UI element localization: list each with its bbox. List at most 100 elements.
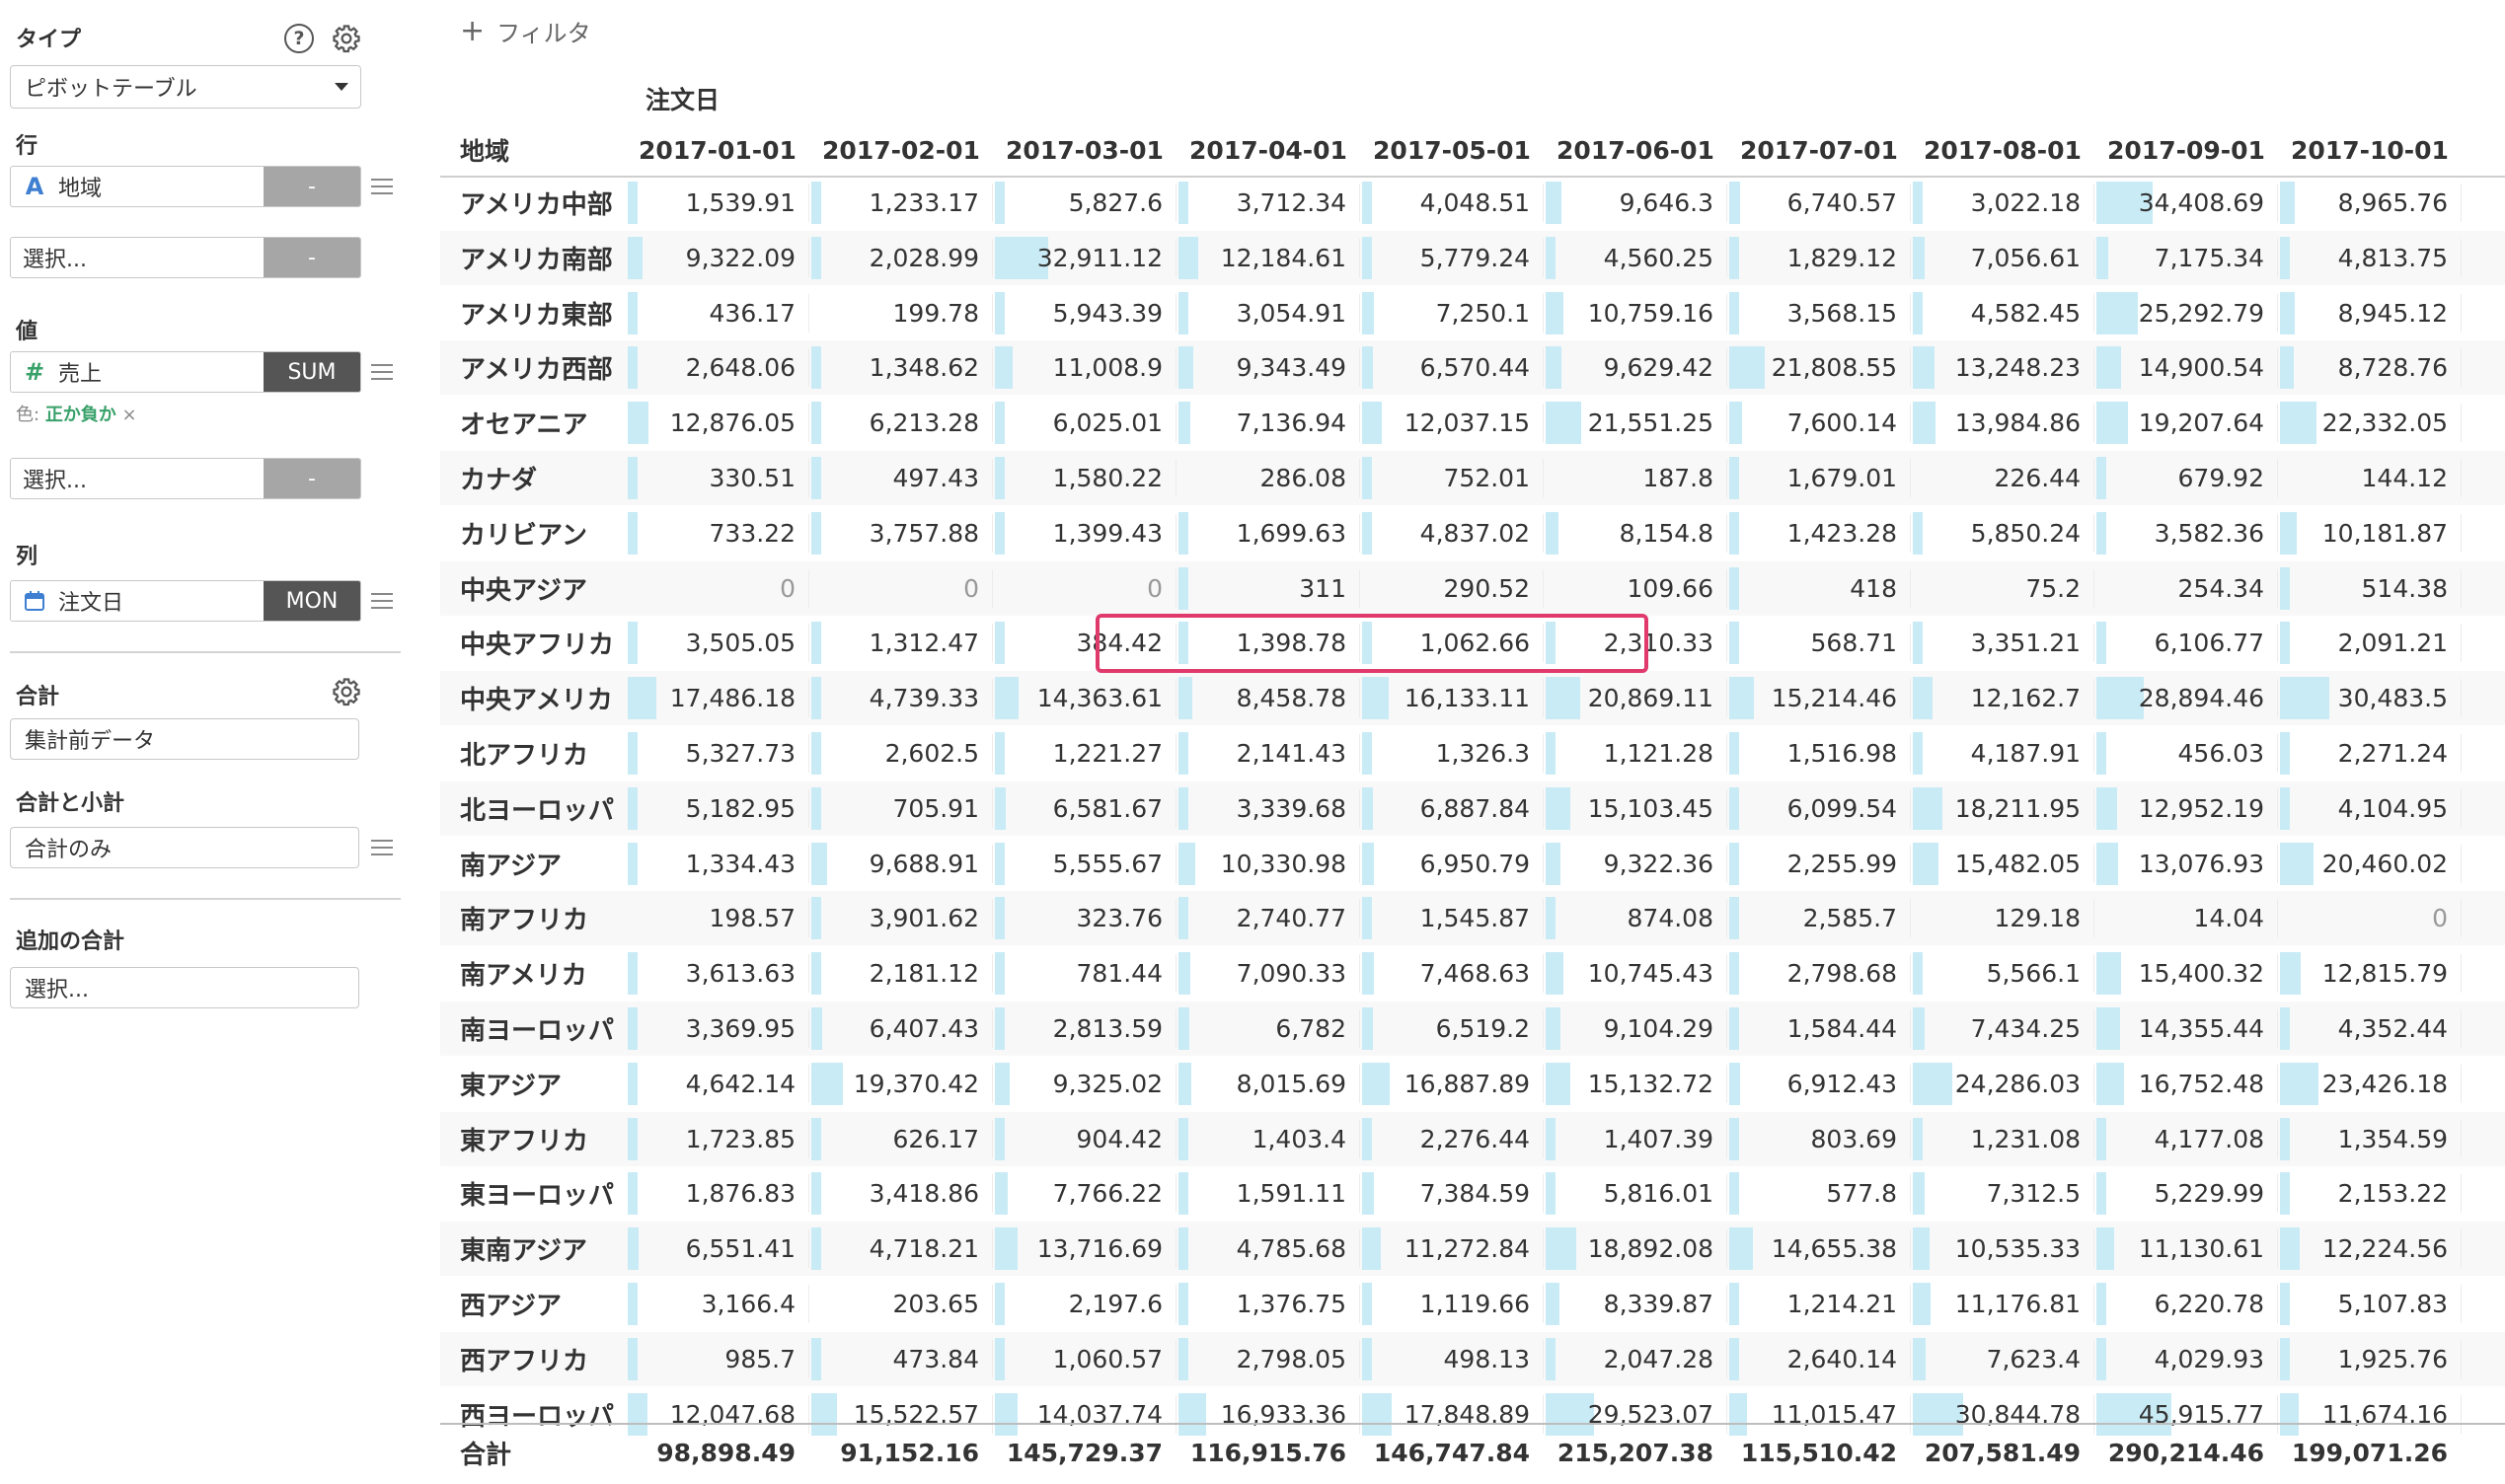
table-cell[interactable]: 2,813.59 [993, 1002, 1177, 1056]
table-cell[interactable]: 1,679.01 [1727, 451, 1911, 505]
table-cell[interactable]: 10,759.16 [1544, 286, 1727, 340]
table-cell[interactable]: 4,739.33 [809, 671, 993, 725]
table-cell[interactable]: 203.65 [809, 1277, 993, 1331]
table-cell[interactable]: 3,757.88 [809, 506, 993, 560]
table-cell[interactable]: 626.17 [809, 1112, 993, 1166]
table-cell[interactable]: 22,332.05 [2278, 396, 2462, 450]
table-cell[interactable]: 1,376.75 [1177, 1277, 1360, 1331]
table-cell[interactable]: 1,354.59 [2278, 1112, 2462, 1166]
table-cell[interactable]: 1,214.21 [1727, 1277, 1911, 1331]
table-cell[interactable]: 4,718.21 [809, 1222, 993, 1276]
table-cell[interactable]: 3,022.18 [1911, 176, 2094, 230]
table-cell[interactable]: 2,798.68 [1727, 946, 1911, 1001]
table-cell[interactable]: 1,231.08 [1911, 1112, 2094, 1166]
table-cell[interactable]: 14.04 [2094, 891, 2278, 945]
table-cell[interactable]: 3,339.68 [1177, 781, 1360, 836]
table-cell[interactable]: 330.51 [626, 451, 809, 505]
table-cell[interactable]: 17,486.18 [626, 671, 809, 725]
table-cell[interactable]: 6,407.43 [809, 1002, 993, 1056]
table-cell[interactable]: 1,925.76 [2278, 1332, 2462, 1386]
table-cell[interactable]: 199.78 [809, 286, 993, 340]
table-cell[interactable]: 1,233.17 [809, 176, 993, 230]
table-cell[interactable]: 2,271.24 [2278, 726, 2462, 780]
table-cell[interactable]: 6,782 [1177, 1002, 1360, 1056]
table-cell[interactable]: 3,166.4 [626, 1277, 809, 1331]
table-cell[interactable]: 1,119.66 [1360, 1277, 1544, 1331]
table-cell[interactable]: 187.8 [1544, 451, 1727, 505]
table-cell[interactable]: 6,570.44 [1360, 340, 1544, 395]
table-cell[interactable]: 6,106.77 [2094, 616, 2278, 670]
column-agg-button[interactable]: MON [264, 581, 360, 621]
table-cell[interactable]: 4,352.44 [2278, 1002, 2462, 1056]
table-cell[interactable]: 323.76 [993, 891, 1177, 945]
table-cell[interactable]: 4,560.25 [1544, 231, 1727, 285]
table-cell[interactable]: 12,815.79 [2278, 946, 2462, 1001]
table-cell[interactable]: 7,384.59 [1360, 1166, 1544, 1221]
table-cell[interactable]: 5,229.99 [2094, 1166, 2278, 1221]
table-cell[interactable]: 16,133.11 [1360, 671, 1544, 725]
column-header[interactable]: 2017-10-01 [2278, 128, 2462, 172]
column-header[interactable]: 2017-01-01 [626, 128, 809, 172]
table-cell[interactable]: 1,403.4 [1177, 1112, 1360, 1166]
table-cell[interactable]: 3,351.21 [1911, 616, 2094, 670]
value-agg-button[interactable]: SUM [264, 352, 360, 392]
table-cell[interactable]: 9,629.42 [1544, 340, 1727, 395]
table-cell[interactable]: 12,876.05 [626, 396, 809, 450]
table-cell[interactable]: 5,943.39 [993, 286, 1177, 340]
table-cell[interactable]: 5,816.01 [1544, 1166, 1727, 1221]
table-cell[interactable]: 5,182.95 [626, 781, 809, 836]
table-cell[interactable]: 4,813.75 [2278, 231, 2462, 285]
table-cell[interactable]: 568.71 [1727, 616, 1911, 670]
table-cell[interactable]: 9,343.49 [1177, 340, 1360, 395]
table-cell[interactable]: 7,250.1 [1360, 286, 1544, 340]
table-cell[interactable]: 14,900.54 [2094, 340, 2278, 395]
table-cell[interactable]: 9,322.09 [626, 231, 809, 285]
table-cell[interactable]: 1,580.22 [993, 451, 1177, 505]
table-cell[interactable]: 5,327.73 [626, 726, 809, 780]
table-cell[interactable]: 752.01 [1360, 451, 1544, 505]
table-cell[interactable]: 109.66 [1544, 561, 1727, 616]
table-cell[interactable]: 9,325.02 [993, 1057, 1177, 1111]
table-cell[interactable]: 5,566.1 [1911, 946, 2094, 1001]
total-gear-icon[interactable] [332, 677, 361, 706]
table-cell[interactable]: 1,584.44 [1727, 1002, 1911, 1056]
table-cell[interactable]: 3,582.36 [2094, 506, 2278, 560]
table-cell[interactable]: 15,214.46 [1727, 671, 1911, 725]
table-cell[interactable]: 2,276.44 [1360, 1112, 1544, 1166]
column-header[interactable]: 2017-07-01 [1727, 128, 1911, 172]
table-cell[interactable]: 10,745.43 [1544, 946, 1727, 1001]
table-cell[interactable]: 198.57 [626, 891, 809, 945]
table-cell[interactable]: 6,912.43 [1727, 1057, 1911, 1111]
table-cell[interactable]: 2,047.28 [1544, 1332, 1727, 1386]
table-cell[interactable]: 12,037.15 [1360, 396, 1544, 450]
table-cell[interactable]: 6,519.2 [1360, 1002, 1544, 1056]
table-cell[interactable]: 19,370.42 [809, 1057, 993, 1111]
table-cell[interactable]: 10,181.87 [2278, 506, 2462, 560]
column-header[interactable]: 2017-06-01 [1544, 128, 1727, 172]
table-cell[interactable]: 3,568.15 [1727, 286, 1911, 340]
table-cell[interactable]: 9,104.29 [1544, 1002, 1727, 1056]
table-cell[interactable]: 0 [2278, 891, 2462, 945]
table-cell[interactable]: 1,876.83 [626, 1166, 809, 1221]
column-header[interactable]: 2017-04-01 [1177, 128, 1360, 172]
table-cell[interactable]: 2,197.6 [993, 1277, 1177, 1331]
table-cell[interactable]: 1,423.28 [1727, 506, 1911, 560]
table-cell[interactable]: 3,901.62 [809, 891, 993, 945]
table-cell[interactable]: 21,551.25 [1544, 396, 1727, 450]
table-cell[interactable]: 7,090.33 [1177, 946, 1360, 1001]
row-field-menu-icon[interactable] [371, 179, 393, 194]
row-add-select[interactable]: 選択... - [10, 237, 361, 278]
table-cell[interactable]: 21,808.55 [1727, 340, 1911, 395]
table-cell[interactable]: 12,224.56 [2278, 1222, 2462, 1276]
table-cell[interactable]: 6,025.01 [993, 396, 1177, 450]
table-cell[interactable]: 577.8 [1727, 1166, 1911, 1221]
table-cell[interactable]: 2,648.06 [626, 340, 809, 395]
table-cell[interactable]: 1,060.57 [993, 1332, 1177, 1386]
table-cell[interactable]: 2,255.99 [1727, 837, 1911, 891]
table-cell[interactable]: 23,426.18 [2278, 1057, 2462, 1111]
table-cell[interactable]: 129.18 [1911, 891, 2094, 945]
table-cell[interactable]: 8,728.76 [2278, 340, 2462, 395]
color-value[interactable]: 正か負か [45, 405, 116, 425]
table-cell[interactable]: 705.91 [809, 781, 993, 836]
table-cell[interactable]: 2,640.14 [1727, 1332, 1911, 1386]
